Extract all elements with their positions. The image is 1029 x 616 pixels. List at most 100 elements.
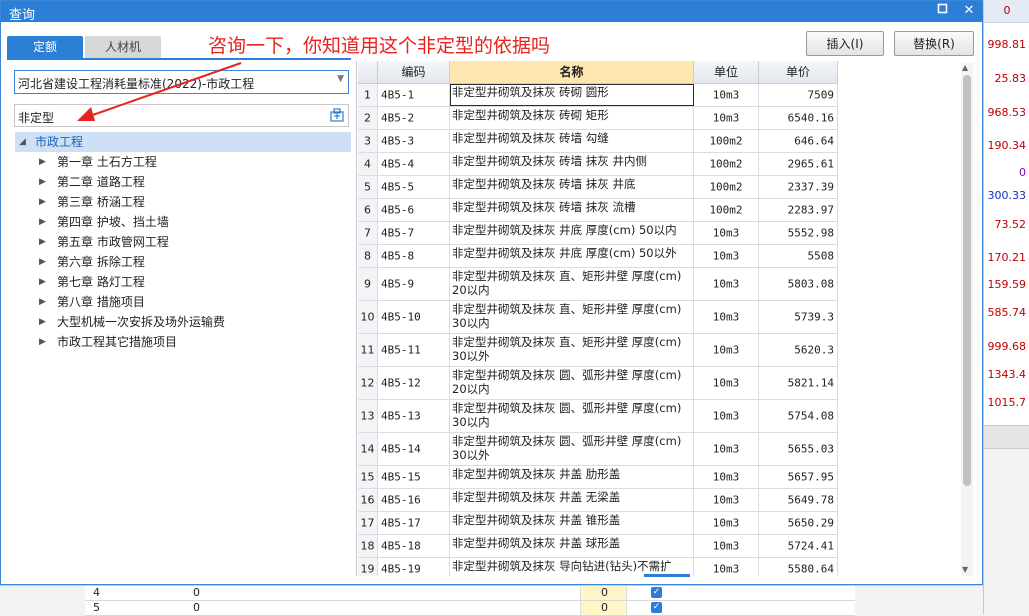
cell-unit[interactable]: 10m3 (694, 301, 759, 333)
panel-divider[interactable] (356, 61, 357, 576)
row-number[interactable]: 14 (358, 433, 378, 465)
cell-price[interactable]: 2337.39 (759, 176, 838, 198)
cell-price[interactable]: 6540.16 (759, 107, 838, 129)
cell-code[interactable]: 4B5-14 (378, 433, 450, 465)
cell-name[interactable]: 非定型井砌筑及抹灰 圆、弧形井壁 厚度(cm) 20以内 (450, 367, 694, 399)
row-number[interactable]: 16 (358, 489, 378, 511)
table-row[interactable]: 8 4B5-8 非定型井砌筑及抹灰 井底 厚度(cm) 50以外 10m3 5508 (358, 245, 838, 268)
table-row[interactable]: 11 4B5-11 非定型井砌筑及抹灰 直、矩形井壁 厚度(cm) 30以外 10m3… (358, 334, 838, 367)
collapsed-triangle-icon[interactable]: ▶ (39, 172, 46, 192)
row-number[interactable]: 11 (358, 334, 378, 366)
cell-code[interactable]: 4B5-8 (378, 245, 450, 267)
cell-unit[interactable]: 10m3 (694, 367, 759, 399)
cell-unit[interactable]: 10m3 (694, 558, 759, 576)
cell-unit[interactable]: 10m3 (694, 466, 759, 488)
collapsed-triangle-icon[interactable]: ▶ (39, 292, 46, 312)
cell-name[interactable]: 非定型井砌筑及抹灰 砖墙 抹灰 流槽 (450, 199, 694, 221)
cell-name[interactable]: 非定型井砌筑及抹灰 直、矩形井壁 厚度(cm) 30以外 (450, 334, 694, 366)
scrollbar-thumb[interactable] (963, 75, 971, 486)
search-icon[interactable] (330, 108, 344, 122)
chevron-down-icon[interactable]: ▼ (337, 74, 344, 84)
cell-price[interactable]: 5724.41 (759, 535, 838, 557)
cell-code[interactable]: 4B5-18 (378, 535, 450, 557)
row-number[interactable]: 9 (358, 268, 378, 300)
tree-item[interactable]: ▶ 第三章 桥涵工程 (15, 192, 351, 212)
cell-price[interactable]: 5650.29 (759, 512, 838, 534)
row-number[interactable]: 4 (358, 153, 378, 175)
cell-name[interactable]: 非定型井砌筑及抹灰 井盖 肋形盖 (450, 466, 694, 488)
cell-price[interactable]: 7509 (759, 84, 838, 106)
column-header-name[interactable]: 名称 (450, 61, 694, 84)
tab-quota[interactable]: 定额 (7, 36, 83, 58)
column-header-price[interactable]: 单价 (759, 61, 838, 84)
cell-code[interactable]: 4B5-15 (378, 466, 450, 488)
column-header-unit[interactable]: 单位 (694, 61, 759, 84)
collapsed-triangle-icon[interactable]: ▶ (39, 232, 46, 252)
row-number[interactable]: 7 (358, 222, 378, 244)
cell-unit[interactable]: 100m2 (694, 153, 759, 175)
column-header-code[interactable]: 编码 (378, 61, 450, 84)
scroll-up-icon[interactable]: ▲ (962, 63, 968, 72)
table-row[interactable]: 16 4B5-16 非定型井砌筑及抹灰 井盖 无梁盖 10m3 5649.78 (358, 489, 838, 512)
cell-price[interactable]: 2965.61 (759, 153, 838, 175)
tab-labor-material-machine[interactable]: 人材机 (85, 36, 161, 58)
collapsed-triangle-icon[interactable]: ▶ (39, 312, 46, 332)
tree-item[interactable]: ▶ 第五章 市政管网工程 (15, 232, 351, 252)
cell-price[interactable]: 5655.03 (759, 433, 838, 465)
row-number[interactable]: 18 (358, 535, 378, 557)
cell-name[interactable]: 非定型井砌筑及抹灰 井底 厚度(cm) 50以外 (450, 245, 694, 267)
cell-unit[interactable]: 10m3 (694, 512, 759, 534)
cell-price[interactable]: 5580.64 (759, 558, 838, 576)
insert-button[interactable]: 插入(I) (806, 31, 884, 56)
row-number[interactable]: 13 (358, 400, 378, 432)
row-number[interactable]: 15 (358, 466, 378, 488)
cell-name[interactable]: 非定型井砌筑及抹灰 井盖 球形盖 (450, 535, 694, 557)
table-row[interactable]: 5 4B5-5 非定型井砌筑及抹灰 砖墙 抹灰 井底 100m2 2337.39 (358, 176, 838, 199)
cell-unit[interactable]: 10m3 (694, 222, 759, 244)
table-row[interactable]: 1 4B5-1 非定型井砌筑及抹灰 砖砌 圆形 10m3 7509 (358, 84, 838, 107)
table-row[interactable]: 10 4B5-10 非定型井砌筑及抹灰 直、矩形井壁 厚度(cm) 30以内 10m3… (358, 301, 838, 334)
row-number[interactable]: 17 (358, 512, 378, 534)
checkbox[interactable]: ✓ (651, 602, 662, 613)
cell-price[interactable]: 5508 (759, 245, 838, 267)
collapsed-triangle-icon[interactable]: ▶ (39, 152, 46, 172)
horizontal-scroll-indicator[interactable] (644, 574, 690, 577)
checkbox[interactable]: ✓ (651, 587, 662, 598)
cell-unit[interactable]: 100m2 (694, 176, 759, 198)
cell-name[interactable]: 非定型井砌筑及抹灰 砖砌 圆形 (450, 84, 694, 106)
table-row[interactable]: 14 4B5-14 非定型井砌筑及抹灰 圆、弧形井壁 厚度(cm) 30以外 10m3… (358, 433, 838, 466)
tree-item[interactable]: ▶ 大型机械一次安拆及场外运输费 (15, 312, 351, 332)
cell-code[interactable]: 4B5-16 (378, 489, 450, 511)
tree-item[interactable]: ▶ 第四章 护坡、挡土墙 (15, 212, 351, 232)
cell-code[interactable]: 4B5-3 (378, 130, 450, 152)
cell-price[interactable]: 5739.3 (759, 301, 838, 333)
table-row[interactable]: 12 4B5-12 非定型井砌筑及抹灰 圆、弧形井壁 厚度(cm) 20以内 10m3… (358, 367, 838, 400)
table-row[interactable]: 9 4B5-9 非定型井砌筑及抹灰 直、矩形井壁 厚度(cm) 20以内 10m3 58… (358, 268, 838, 301)
row-number[interactable]: 2 (358, 107, 378, 129)
cell-code[interactable]: 4B5-12 (378, 367, 450, 399)
cell-code[interactable]: 4B5-1 (378, 84, 450, 106)
tree-item[interactable]: ▶ 第八章 措施项目 (15, 292, 351, 312)
cell-name[interactable]: 非定型井砌筑及抹灰 砖墙 抹灰 井底 (450, 176, 694, 198)
table-row[interactable]: 4 4B5-4 非定型井砌筑及抹灰 砖墙 抹灰 井内侧 100m2 2965.61 (358, 153, 838, 176)
cell-code[interactable]: 4B5-4 (378, 153, 450, 175)
collapsed-triangle-icon[interactable]: ▶ (39, 252, 46, 272)
cell-unit[interactable]: 10m3 (694, 84, 759, 106)
table-row[interactable]: 18 4B5-18 非定型井砌筑及抹灰 井盖 球形盖 10m3 5724.41 (358, 535, 838, 558)
vertical-scrollbar[interactable]: ▲ ▼ (961, 63, 973, 576)
collapsed-triangle-icon[interactable]: ▶ (39, 332, 46, 352)
cell-name[interactable]: 非定型井砌筑及抹灰 砖墙 勾缝 (450, 130, 694, 152)
cell-price[interactable]: 5754.08 (759, 400, 838, 432)
collapsed-triangle-icon[interactable]: ▶ (39, 272, 46, 292)
tree-root[interactable]: ◢ 市政工程 (15, 132, 351, 152)
cell-price[interactable]: 5803.08 (759, 268, 838, 300)
collapsed-triangle-icon[interactable]: ▶ (39, 212, 46, 232)
cell-price[interactable]: 646.64 (759, 130, 838, 152)
table-row[interactable]: 2 4B5-2 非定型井砌筑及抹灰 砖砌 矩形 10m3 6540.16 (358, 107, 838, 130)
cell-unit[interactable]: 100m2 (694, 130, 759, 152)
cell-price[interactable]: 5649.78 (759, 489, 838, 511)
cell-unit[interactable]: 10m3 (694, 245, 759, 267)
cell-name[interactable]: 非定型井砌筑及抹灰 圆、弧形井壁 厚度(cm) 30以外 (450, 433, 694, 465)
cell-unit[interactable]: 100m2 (694, 199, 759, 221)
tree-item[interactable]: ▶ 第七章 路灯工程 (15, 272, 351, 292)
